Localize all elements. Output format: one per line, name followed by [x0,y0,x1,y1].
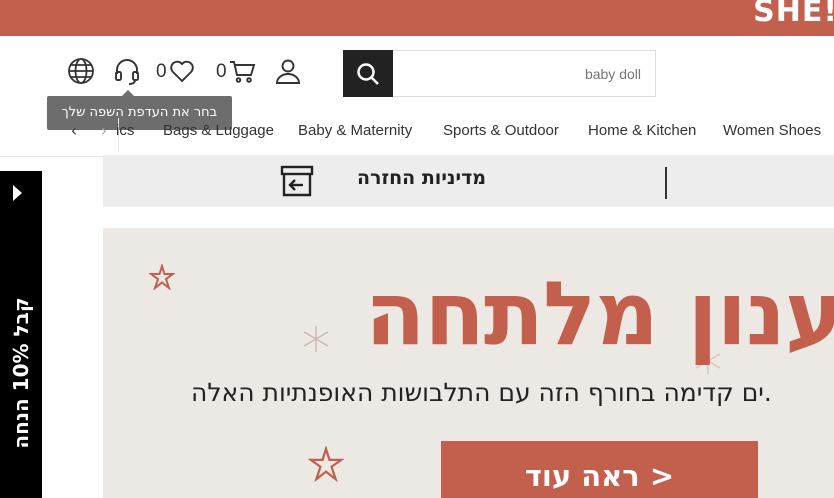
play-arrow-icon [13,185,22,201]
nav-item-bags-luggage[interactable]: Bags & Luggage [163,122,274,139]
info-strip: מדיניות החזרה [103,155,834,207]
language-tooltip-text: בחר את העדפת השפה שלך [61,105,218,120]
search-button[interactable] [343,50,393,97]
banner-subtext: ים קדימה בחורף הזה עם התלבושות האופנתיות… [191,378,772,407]
nav-prev-arrow[interactable]: ‹ [64,121,84,141]
nav-item-women-shoes[interactable]: Women Shoes [723,122,821,139]
heart-icon[interactable] [168,57,196,85]
nav-item-electronics[interactable]: ics [116,122,134,139]
star-icon [149,264,175,290]
return-policy-link[interactable]: מדיניות החזרה [357,167,486,189]
headset-icon[interactable] [112,56,142,86]
strip-divider [665,167,667,199]
cart-count: 0 [216,61,227,82]
nav-item-sports-outdoor[interactable]: Sports & Outdoor [443,122,559,139]
tooltip-arrow [122,90,134,96]
return-box-icon [279,164,315,198]
promo-text: SHE! [753,0,834,29]
cart-icon[interactable] [228,57,256,85]
nav-item-home-kitchen[interactable]: Home & Kitchen [588,122,696,139]
hero-banner[interactable]: רענון מלתחה ים קדימה בחורף הזה עם התלבוש… [103,228,834,498]
star-icon [308,446,344,482]
discount-side-tab[interactable]: קבל 10% הנחה [0,171,42,498]
user-icon[interactable] [273,56,303,86]
see-more-button[interactable]: ראה עוד > [441,441,758,498]
promo-bar: SHE! [0,0,834,36]
nav-next-arrow[interactable]: › [94,121,114,141]
snowflake-icon [303,326,329,352]
discount-tab-text: קבל 10% הנחה [9,297,33,449]
globe-icon[interactable] [66,56,96,86]
search-input[interactable] [393,50,656,97]
nav-item-baby-maternity[interactable]: Baby & Maternity [298,122,412,139]
wishlist-count: 0 [156,61,167,82]
search-icon [357,62,379,85]
site-header: 0 0 בחר את העדפת השפה שלך ‹ › ics Bags &… [0,36,834,157]
banner-headline: רענון מלתחה [365,262,834,365]
